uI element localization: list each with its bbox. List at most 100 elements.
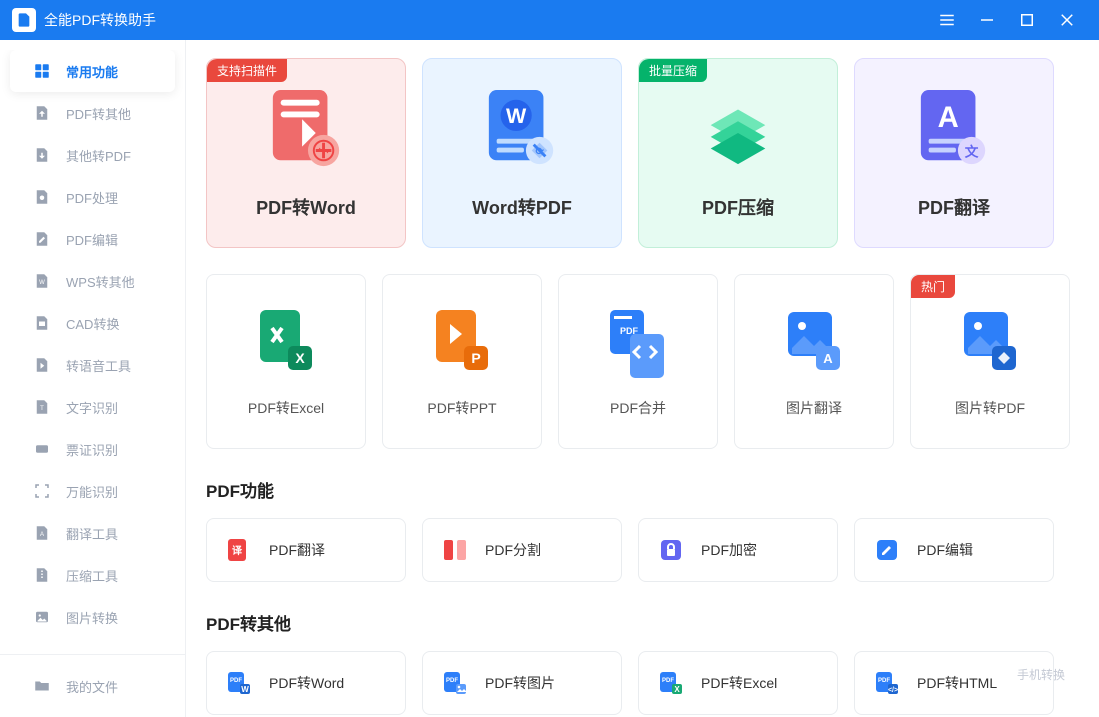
sidebar-item-label: 其他转PDF <box>66 146 131 165</box>
func-pdf-to-excel[interactable]: PDFX PDF转Excel <box>638 651 838 715</box>
pdf-func-row: 译 PDF翻译 PDF分割 PDF加密 PDF编辑 <box>206 518 1079 582</box>
sidebar-item-label: 压缩工具 <box>66 566 118 585</box>
featured-pdf-compress[interactable]: 批量压缩 PDF压缩 <box>638 58 838 248</box>
sidebar-item-label: 翻译工具 <box>66 524 118 543</box>
minimize-button[interactable] <box>967 0 1007 40</box>
pdf-word-mini-icon: PDFW <box>225 669 253 697</box>
card-pdf-merge[interactable]: PDF PDF合并 <box>558 274 718 449</box>
sidebar-item-label: 票证识别 <box>66 440 118 459</box>
section-title-pdf-func: PDF功能 <box>206 477 1079 502</box>
sidebar-item-compress[interactable]: 压缩工具 <box>10 554 175 596</box>
sidebar-item-audio[interactable]: 转语音工具 <box>10 344 175 386</box>
func-label: PDF转图片 <box>485 673 555 693</box>
menu-button[interactable] <box>927 0 967 40</box>
svg-text:W: W <box>241 685 249 694</box>
card-label: PDF转PPT <box>427 398 496 418</box>
featured-row: 支持扫描件 PDF转Word W⟳ Word转PDF 批量压缩 PDF压缩 <box>206 58 1079 248</box>
pdf-excel-mini-icon: PDFX <box>657 669 685 697</box>
svg-text:A: A <box>823 351 833 366</box>
pdf-to-excel-icon: X <box>254 306 318 382</box>
ocr-icon: T <box>32 397 52 417</box>
sidebar-item-image-convert[interactable]: 图片转换 <box>10 596 175 638</box>
pdf-to-ppt-icon: P <box>430 306 494 382</box>
pdf-translate-mini-icon: 译 <box>225 536 253 564</box>
sidebar-item-wps[interactable]: W WPS转其他 <box>10 260 175 302</box>
pdf-encrypt-mini-icon <box>657 536 685 564</box>
card-image-translate[interactable]: A 图片翻译 <box>734 274 894 449</box>
func-label: PDF转HTML <box>917 673 997 693</box>
featured-word-to-pdf[interactable]: W⟳ Word转PDF <box>422 58 622 248</box>
image-icon <box>32 607 52 627</box>
badge-batch-compress: 批量压缩 <box>639 59 707 82</box>
func-pdf-to-html[interactable]: PDF</> PDF转HTML <box>854 651 1054 715</box>
image-translate-icon: A <box>782 306 846 382</box>
floating-mobile-tag[interactable]: 手机转换 <box>1017 666 1065 683</box>
func-label: PDF转Excel <box>701 673 777 693</box>
close-button[interactable] <box>1047 0 1087 40</box>
grid-icon <box>32 61 52 81</box>
func-pdf-edit[interactable]: PDF编辑 <box>854 518 1054 582</box>
sidebar-item-label: CAD转换 <box>66 314 119 333</box>
featured-pdf-translate[interactable]: A文 PDF翻译 <box>854 58 1054 248</box>
func-pdf-translate[interactable]: 译 PDF翻译 <box>206 518 406 582</box>
section-title-pdf-to-other: PDF转其他 <box>206 610 1079 635</box>
sidebar-item-ticket[interactable]: 票证识别 <box>10 428 175 470</box>
sidebar-item-label: 转语音工具 <box>66 356 131 375</box>
small-cards-row: X PDF转Excel P PDF转PPT PDF PDF合并 A 图片翻译 热… <box>206 274 1079 449</box>
pdf-split-mini-icon <box>441 536 469 564</box>
sidebar-item-other-to-pdf[interactable]: 其他转PDF <box>10 134 175 176</box>
ticket-icon <box>32 439 52 459</box>
pdf-to-other-row: PDFW PDF转Word PDF PDF转图片 PDFX PDF转Excel … <box>206 651 1079 715</box>
svg-text:A: A <box>938 102 959 134</box>
maximize-button[interactable] <box>1007 0 1047 40</box>
func-label: PDF加密 <box>701 540 757 560</box>
pdf-to-word-icon <box>267 86 345 176</box>
func-label: PDF分割 <box>485 540 541 560</box>
word-to-pdf-icon: W⟳ <box>483 86 561 176</box>
sidebar-item-label: 图片转换 <box>66 608 118 627</box>
sidebar-item-label: 常用功能 <box>66 62 118 81</box>
sidebar-item-universal-scan[interactable]: 万能识别 <box>10 470 175 512</box>
app-title: 全能PDF转换助手 <box>44 10 156 30</box>
card-label: 图片翻译 <box>786 398 842 418</box>
wps-icon: W <box>32 271 52 291</box>
export-icon <box>32 103 52 123</box>
svg-text:W: W <box>506 104 527 128</box>
func-label: PDF转Word <box>269 673 344 693</box>
sidebar-item-common[interactable]: 常用功能 <box>10 50 175 92</box>
func-pdf-to-word[interactable]: PDFW PDF转Word <box>206 651 406 715</box>
sidebar-item-translate[interactable]: A 翻译工具 <box>10 512 175 554</box>
func-pdf-split[interactable]: PDF分割 <box>422 518 622 582</box>
svg-text:</>: </> <box>888 687 898 694</box>
edit-icon <box>32 229 52 249</box>
svg-text:PDF: PDF <box>662 678 674 684</box>
sidebar-item-label: 万能识别 <box>66 482 118 501</box>
sidebar-item-pdf-to-other[interactable]: PDF转其他 <box>10 92 175 134</box>
svg-text:T: T <box>40 406 44 412</box>
folder-icon <box>32 676 52 696</box>
card-label: PDF合并 <box>610 398 666 418</box>
func-pdf-to-image[interactable]: PDF PDF转图片 <box>422 651 622 715</box>
sidebar-item-pdf-edit[interactable]: PDF编辑 <box>10 218 175 260</box>
scan-icon <box>32 481 52 501</box>
sidebar-item-ocr[interactable]: T 文字识别 <box>10 386 175 428</box>
featured-pdf-to-word[interactable]: 支持扫描件 PDF转Word <box>206 58 406 248</box>
svg-text:P: P <box>471 350 480 366</box>
sidebar-item-label: PDF编辑 <box>66 230 118 249</box>
sidebar-item-cad[interactable]: CAD转换 <box>10 302 175 344</box>
svg-text:A: A <box>40 532 44 538</box>
featured-label: PDF翻译 <box>918 194 990 220</box>
sidebar-item-my-files[interactable]: 我的文件 <box>10 665 175 707</box>
func-label: PDF翻译 <box>269 540 325 560</box>
card-pdf-to-excel[interactable]: X PDF转Excel <box>206 274 366 449</box>
svg-text:PDF: PDF <box>230 678 242 684</box>
card-image-to-pdf[interactable]: 热门 图片转PDF <box>910 274 1070 449</box>
func-pdf-encrypt[interactable]: PDF加密 <box>638 518 838 582</box>
pdf-image-mini-icon: PDF <box>441 669 469 697</box>
cad-icon <box>32 313 52 333</box>
func-label: PDF编辑 <box>917 540 973 560</box>
import-icon <box>32 145 52 165</box>
card-pdf-to-ppt[interactable]: P PDF转PPT <box>382 274 542 449</box>
sidebar-item-pdf-process[interactable]: PDF处理 <box>10 176 175 218</box>
badge-scan-support: 支持扫描件 <box>207 59 287 82</box>
